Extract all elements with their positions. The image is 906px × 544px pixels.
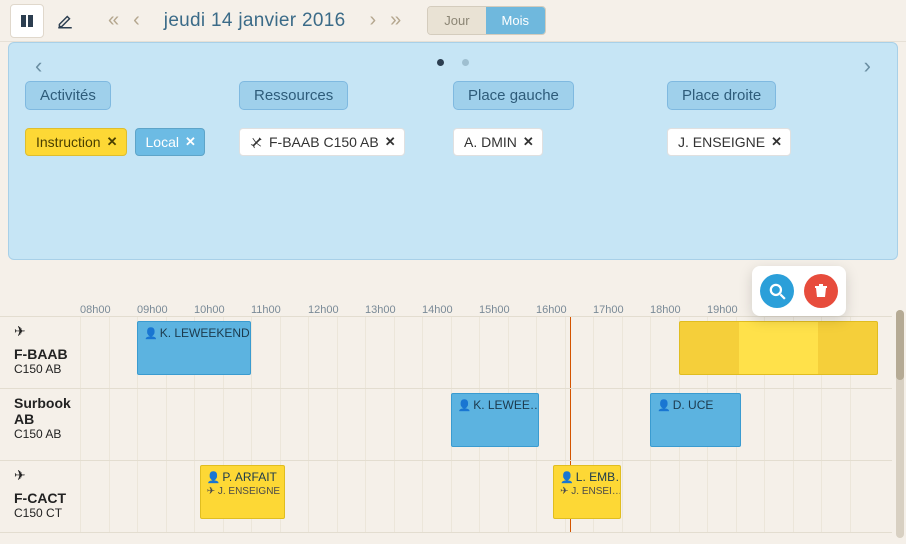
hour-label: 15h00 xyxy=(479,304,536,316)
person-icon: 👤 xyxy=(560,472,574,484)
calendar-event[interactable]: 👤K. LEWEE… xyxy=(451,393,539,447)
chip-remove[interactable]: ✕ xyxy=(523,134,534,150)
event-instructor: J. ENSEI… xyxy=(571,486,621,497)
top-toolbar: « ‹ jeudi 14 janvier 2016 › » Jour Mois xyxy=(0,0,906,42)
chip-label: Instruction xyxy=(36,134,101,150)
chip-remove[interactable]: ✕ xyxy=(107,134,118,150)
plane-icon: ✈ xyxy=(14,467,72,484)
filter-head-right-seat[interactable]: Place droite xyxy=(667,81,776,110)
calendar-event[interactable]: 👤K. LEWEEKEND xyxy=(137,321,251,375)
chip-label: A. DMIN xyxy=(464,134,517,150)
view-read-button[interactable] xyxy=(10,4,44,38)
event-pilot: K. LEWEEKEND xyxy=(160,326,250,340)
view-segmented: Jour Mois xyxy=(427,6,546,35)
filter-chip[interactable]: Instruction ✕ xyxy=(25,128,127,156)
resource-row: ✈F-CACTC150 CT👤P. ARFAIT✈ J. ENSEIGNE👤L.… xyxy=(0,461,892,533)
resource-row: Surbook ABC150 AB👤K. LEWEE…👤D. UCE xyxy=(0,389,892,461)
person-icon: 👤 xyxy=(144,328,158,340)
resource-row: ✈F-BAABC150 AB 👤K. LEWEEKEND xyxy=(0,317,892,389)
chip-label: Local xyxy=(146,134,179,150)
filter-col-activities: Activités Instruction ✕ Local ✕ xyxy=(25,81,239,156)
view-day-button[interactable]: Jour xyxy=(428,7,485,34)
filter-columns: Activités Instruction ✕ Local ✕ Ressources … xyxy=(25,81,881,156)
instructor-icon: ✈ xyxy=(207,486,215,497)
event-pilot: L. EMB… xyxy=(576,470,622,484)
search-icon xyxy=(768,282,786,300)
person-icon: 👤 xyxy=(458,400,472,412)
resource-label[interactable]: ✈F-CACTC150 CT xyxy=(0,461,80,532)
event-pilot: P. ARFAIT xyxy=(222,470,276,484)
chip-label: J. ENSEIGNE xyxy=(678,134,765,150)
inspect-event-button[interactable] xyxy=(760,274,794,308)
dot-2[interactable] xyxy=(462,59,469,66)
current-time-line xyxy=(570,317,571,388)
calendar-event[interactable]: 👤L. EMB… ✈ J. ENSEI… xyxy=(553,465,621,519)
event-instructor: J. ENSEIGNE xyxy=(218,486,280,497)
hour-label: 14h00 xyxy=(422,304,479,316)
instructor-icon: ✈ xyxy=(560,486,568,497)
hour-label: 09h00 xyxy=(137,304,194,316)
chip-remove[interactable]: ✕ xyxy=(185,134,196,150)
hour-label: 12h00 xyxy=(308,304,365,316)
view-month-button[interactable]: Mois xyxy=(486,7,545,34)
filter-pager: ‹ › xyxy=(25,43,881,81)
timeline-rows: ✈F-BAABC150 AB👤K. LEWEEKENDSurbook ABC15… xyxy=(0,316,892,533)
hour-label: 11h00 xyxy=(251,304,308,316)
hour-label: 10h00 xyxy=(194,304,251,316)
trash-icon xyxy=(813,283,829,299)
filter-col-resources: Ressources F-BAAB C150 AB ✕ xyxy=(239,81,453,156)
filter-chip[interactable]: J. ENSEIGNE ✕ xyxy=(667,128,791,156)
current-time-line xyxy=(570,389,571,460)
filter-chip[interactable]: A. DMIN ✕ xyxy=(453,128,543,156)
filter-head-left-seat[interactable]: Place gauche xyxy=(453,81,574,110)
hour-label: 16h00 xyxy=(536,304,593,316)
delete-event-button[interactable] xyxy=(804,274,838,308)
filter-panel: ‹ › Activités Instruction ✕ Local ✕ Ressour… xyxy=(8,42,898,260)
event-action-popover xyxy=(752,266,846,316)
filter-chip[interactable]: F-BAAB C150 AB ✕ xyxy=(239,128,405,156)
scrollbar-thumb[interactable] xyxy=(896,310,904,380)
nav-last[interactable]: » xyxy=(386,9,405,32)
filter-head-activities[interactable]: Activités xyxy=(25,81,111,110)
person-icon: 👤 xyxy=(207,472,221,484)
filter-page-next[interactable]: › xyxy=(860,49,875,83)
filter-chip[interactable]: Local ✕ xyxy=(135,128,205,156)
calendar-event[interactable] xyxy=(679,321,879,375)
vertical-scrollbar[interactable] xyxy=(896,310,904,538)
pencil-icon xyxy=(56,12,74,30)
calendar-event[interactable]: 👤P. ARFAIT ✈ J. ENSEIGNE xyxy=(200,465,286,519)
resource-label[interactable]: ✈F-BAABC150 AB xyxy=(0,317,80,388)
filter-col-right-seat: Place droite J. ENSEIGNE ✕ xyxy=(667,81,881,156)
nav-first[interactable]: « xyxy=(104,9,123,32)
date-title[interactable]: jeudi 14 janvier 2016 xyxy=(150,10,360,32)
calendar-event[interactable]: 👤D. UCE xyxy=(650,393,741,447)
date-nav: « ‹ jeudi 14 janvier 2016 › » xyxy=(104,9,405,32)
hour-label: 08h00 xyxy=(80,304,137,316)
hour-label: 13h00 xyxy=(365,304,422,316)
chip-label: F-BAAB C150 AB xyxy=(269,134,379,150)
event-pilot: K. LEWEE… xyxy=(473,398,539,412)
timeline: 08h0009h0010h0011h0012h0013h0014h0015h00… xyxy=(0,290,892,544)
view-edit-button[interactable] xyxy=(48,4,82,38)
filter-col-left-seat: Place gauche A. DMIN ✕ xyxy=(453,81,667,156)
hour-label: 17h00 xyxy=(593,304,650,316)
filter-page-prev[interactable]: ‹ xyxy=(31,49,46,83)
plane-icon: ✈ xyxy=(14,323,72,340)
nav-prev[interactable]: ‹ xyxy=(129,9,144,32)
resource-label[interactable]: Surbook ABC150 AB xyxy=(0,389,80,460)
chip-remove[interactable]: ✕ xyxy=(385,134,396,150)
book-icon xyxy=(19,13,35,29)
event-pilot: D. UCE xyxy=(673,398,714,412)
dot-1[interactable] xyxy=(437,59,444,66)
filter-head-resources[interactable]: Ressources xyxy=(239,81,348,110)
person-icon: 👤 xyxy=(657,400,671,412)
chip-remove[interactable]: ✕ xyxy=(771,134,782,150)
nav-next[interactable]: › xyxy=(365,9,380,32)
hour-label: 18h00 xyxy=(650,304,707,316)
filter-page-dots xyxy=(437,59,469,66)
